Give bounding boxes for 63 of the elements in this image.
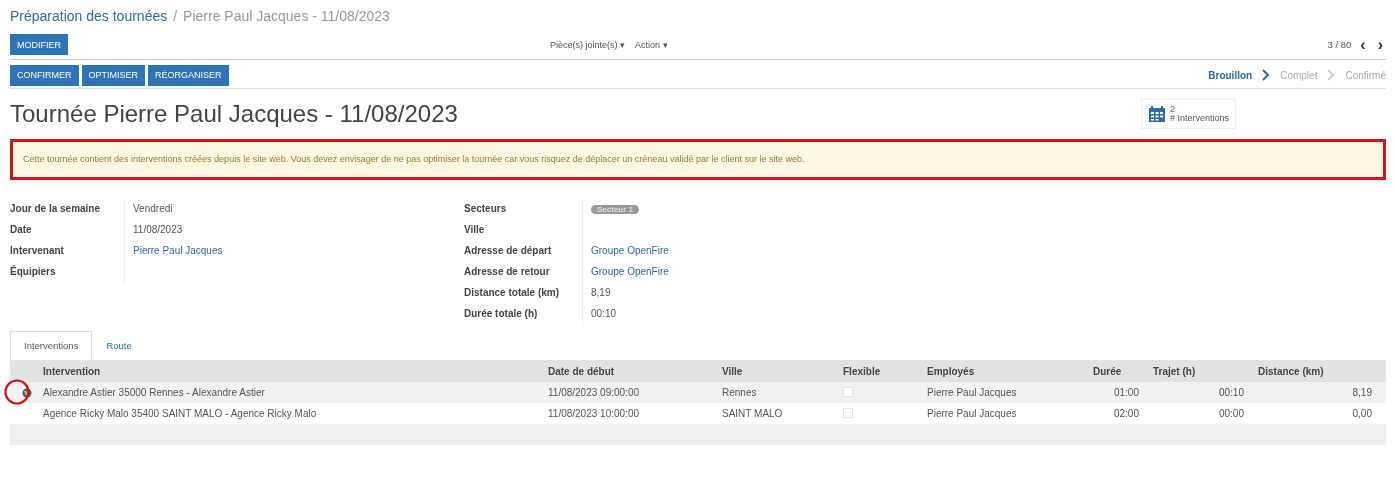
status-step[interactable]: Brouillon xyxy=(1208,69,1253,81)
breadcrumb-link[interactable]: Préparation des tournées xyxy=(10,8,168,24)
action-button[interactable]: CONFIRMER xyxy=(10,64,79,86)
field-label: Adresse de départ xyxy=(464,244,553,258)
sector-tag: Secteur 1 xyxy=(591,205,640,214)
column-header[interactable]: Employés xyxy=(927,365,1083,377)
field-label: Intervenant xyxy=(10,244,65,258)
field-label: Équipiers xyxy=(10,264,57,279)
field-label: Ville xyxy=(464,223,486,237)
column-header[interactable]: Intervention xyxy=(43,365,548,377)
table-cell-text: Agence Ricky Malo 35400 SAINT MALO - Agence Ricky Malo xyxy=(43,408,318,419)
table-cell-text: 00:10 xyxy=(1217,387,1245,398)
field-link[interactable]: Groupe OpenFire xyxy=(591,245,669,256)
field-value: Vendredi xyxy=(133,203,173,214)
action-button[interactable]: OPTIMISER xyxy=(81,64,145,86)
checkbox[interactable] xyxy=(843,386,853,397)
table-cell-text: Rennes xyxy=(722,387,758,398)
table-cell-text: 00:00 xyxy=(1217,408,1245,419)
breadcrumb-separator: / xyxy=(173,8,178,24)
table-cell-text: 11/08/2023 09:00:00 xyxy=(548,387,640,398)
column-header[interactable]: Flexible xyxy=(843,365,927,377)
column-header[interactable]: Ville xyxy=(722,365,843,377)
dropdown-menu[interactable]: Pièce(s) jointe(s) ▾ xyxy=(550,39,626,50)
next-button[interactable]: › xyxy=(1374,36,1386,53)
table-cell-text: 01:00 xyxy=(1112,387,1140,398)
table-cell-text: Pierre Paul Jacques xyxy=(927,408,1018,419)
field-label: Date xyxy=(10,223,33,237)
chevron-icon xyxy=(1327,69,1336,81)
breadcrumb-current: Pierre Paul Jacques - 11/08/2023 xyxy=(183,8,390,24)
tab[interactable]: Interventions xyxy=(10,331,93,360)
column-header[interactable]: Trajet (h) xyxy=(1143,365,1248,377)
field-label: Durée totale (h) xyxy=(464,307,539,321)
calendar-icon xyxy=(1147,105,1166,123)
warning-alert: Cette tournée contient des interventions créées depuis le site web. Vous devez envisager de ne pas optimiser la tournée car vous risquez de déplacer un créneau validé par le client sur le site web. xyxy=(10,139,1386,180)
table-cell-text: 0,00 xyxy=(1351,408,1373,419)
column-header[interactable]: Durée xyxy=(1083,365,1143,377)
dropdown-menu[interactable]: Action ▾ xyxy=(635,39,668,50)
column-header[interactable]: Date de début xyxy=(548,365,722,377)
tab[interactable]: Route xyxy=(92,331,146,360)
chevron-icon xyxy=(1262,69,1271,81)
field-value: 11/08/2023 xyxy=(133,224,183,235)
field-label: Jour de la semaine xyxy=(10,202,102,216)
interventions-stat-button[interactable]: 2 # Interventions xyxy=(1140,99,1236,129)
record-title: Tournée Pierre Paul Jacques - 11/08/2023 xyxy=(10,100,458,128)
field-label: Distance totale (km) xyxy=(464,286,561,300)
field-label: Secteurs xyxy=(464,202,508,216)
table-cell-text: Alexandre Astier 35000 Rennes - Alexandre Astier xyxy=(43,387,266,398)
field-value: 00:10 xyxy=(591,308,617,319)
field-label: Adresse de retour xyxy=(464,265,551,279)
pager-count: 3 / 80 xyxy=(1327,39,1352,50)
table-cell-text: 11/08/2023 10:00:00 xyxy=(548,408,640,419)
field-link[interactable]: Pierre Paul Jacques xyxy=(133,245,223,256)
table-cell-text: 02:00 xyxy=(1112,408,1140,419)
table-cell-text: 8,19 xyxy=(1351,387,1373,398)
table-cell-text: Pierre Paul Jacques xyxy=(927,387,1018,398)
previous-button[interactable]: ‹ xyxy=(1357,36,1369,53)
field-link[interactable]: Groupe OpenFire xyxy=(591,266,669,277)
action-button[interactable]: RÉORGANISER xyxy=(148,64,229,86)
edit-button[interactable]: MODIFIER xyxy=(10,34,68,55)
checkbox[interactable] xyxy=(843,407,853,418)
column-header[interactable]: Distance (km) xyxy=(1248,365,1376,377)
field-value: 8,19 xyxy=(591,287,611,298)
table-cell-text: SAINT MALO xyxy=(722,408,784,419)
